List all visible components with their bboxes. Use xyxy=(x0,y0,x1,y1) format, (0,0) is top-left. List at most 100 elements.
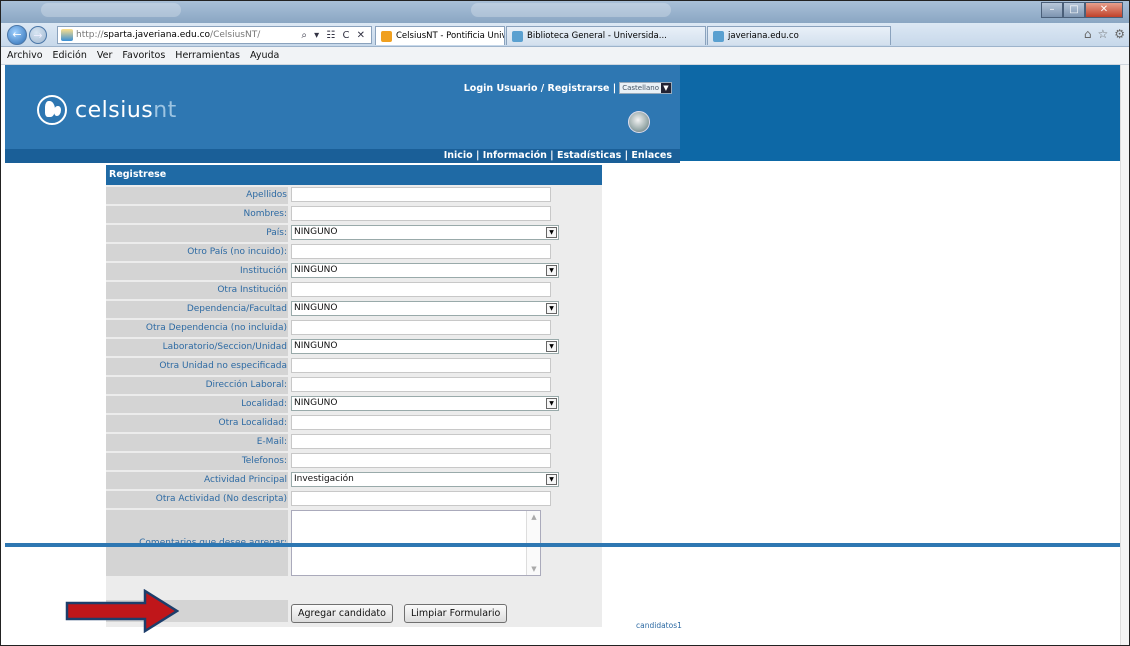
field-label: País: xyxy=(106,225,288,242)
field-label: Otra Unidad no especificada xyxy=(106,358,288,375)
form-row: Localidad: NINGUNO ▼ xyxy=(106,395,602,414)
tab-javeriana[interactable]: javeriana.edu.co xyxy=(707,26,891,45)
close-window-button[interactable]: ✕ xyxy=(1085,2,1123,18)
menu-archivo[interactable]: Archivo xyxy=(7,50,43,61)
menu-ayuda[interactable]: Ayuda xyxy=(250,50,279,61)
form-row: Laboratorio/Seccion/Unidad NINGUNO ▼ xyxy=(106,338,602,357)
favorites-star-icon[interactable]: ☆ xyxy=(1097,27,1108,41)
field-input[interactable] xyxy=(291,377,551,392)
menu-herramientas[interactable]: Herramientas xyxy=(175,50,240,61)
form-row: Otra Dependencia (no incluida) xyxy=(106,319,602,338)
url-path: /CelsiusNT/ xyxy=(210,30,261,40)
form-row: Apellidos xyxy=(106,186,602,205)
site-logo[interactable]: celsiusnt xyxy=(37,95,177,125)
form-row: Otra Unidad no especificada xyxy=(106,357,602,376)
select-value: NINGUNO xyxy=(294,398,338,408)
field-label: Otra Localidad: xyxy=(106,415,288,432)
address-bar[interactable]: http:// sparta.javeriana.edu.co /Celsius… xyxy=(57,26,372,44)
settings-gear-icon[interactable]: ⚙ xyxy=(1114,27,1125,41)
page-id-label: candidatos1 xyxy=(636,621,682,630)
maximize-button[interactable]: □ xyxy=(1063,2,1085,18)
field-label: Nombres: xyxy=(106,206,288,223)
chevron-down-icon[interactable]: ▼ xyxy=(546,303,557,314)
field-label: Localidad: xyxy=(106,396,288,413)
form-row: Otra Actividad (No descripta) xyxy=(106,490,602,509)
field-label: Apellidos xyxy=(106,187,288,204)
login-area: Login Usuario / Registrarse | Castellano… xyxy=(464,82,672,94)
globe-icon xyxy=(37,95,67,125)
page-scrollbar[interactable] xyxy=(1120,65,1129,645)
title-bar: – □ ✕ xyxy=(1,1,1129,23)
site-favicon-icon xyxy=(713,30,724,42)
menu-edicion[interactable]: Edición xyxy=(53,50,87,61)
field-input[interactable] xyxy=(291,358,551,373)
tab-label: CelsiusNT - Pontificia Unive... xyxy=(396,31,505,41)
window-controls: – □ ✕ xyxy=(1041,2,1123,18)
menu-bar: Archivo Edición Ver Favoritos Herramient… xyxy=(1,47,1129,65)
field-input[interactable] xyxy=(291,282,551,297)
site-nav-links[interactable]: Inicio | Información | Estadísticas | En… xyxy=(444,150,672,161)
form-row: Otra Institución xyxy=(106,281,602,300)
field-select[interactable]: NINGUNO ▼ xyxy=(291,301,559,316)
field-label: Otro País (no incuido): xyxy=(106,244,288,261)
address-controls[interactable]: ⌕ ▾ ☷ C ✕ xyxy=(301,30,367,41)
form-row: Otra Localidad: xyxy=(106,414,602,433)
field-label: E-Mail: xyxy=(106,434,288,451)
site-favicon-icon xyxy=(61,29,73,41)
menu-favoritos[interactable]: Favoritos xyxy=(122,50,165,61)
field-input[interactable] xyxy=(291,187,551,202)
title-bar-glow xyxy=(41,3,181,17)
page-content: Login Usuario / Registrarse | Castellano… xyxy=(1,65,1129,645)
select-value: NINGUNO xyxy=(294,227,338,237)
form-row: País: NINGUNO ▼ xyxy=(106,224,602,243)
clear-form-button[interactable]: Limpiar Formulario xyxy=(404,604,508,623)
field-label: Otra Dependencia (no incluida) xyxy=(106,320,288,337)
form-title: Registrese xyxy=(106,165,602,185)
form-row: Otro País (no incuido): xyxy=(106,243,602,262)
scroll-down-icon[interactable]: ▼ xyxy=(527,565,541,573)
forward-button[interactable]: → xyxy=(29,26,47,44)
language-select[interactable]: Castellano ▼ xyxy=(619,82,672,94)
back-button[interactable]: ← xyxy=(7,25,27,45)
chevron-down-icon[interactable]: ▼ xyxy=(546,474,557,485)
login-register-link[interactable]: Login Usuario / Registrarse | xyxy=(464,83,616,94)
browser-navbar: ← → http:// sparta.javeriana.edu.co /Cel… xyxy=(1,23,1129,47)
url-host: sparta.javeriana.edu.co xyxy=(103,30,211,40)
tab-celsiusnt[interactable]: CelsiusNT - Pontificia Unive... × xyxy=(375,26,505,45)
field-input[interactable] xyxy=(291,491,551,506)
select-value: NINGUNO xyxy=(294,341,338,351)
field-select[interactable]: NINGUNO ▼ xyxy=(291,339,559,354)
university-seal-icon xyxy=(628,111,650,133)
field-select[interactable]: NINGUNO ▼ xyxy=(291,225,559,240)
chevron-down-icon[interactable]: ▼ xyxy=(546,341,557,352)
field-input[interactable] xyxy=(291,320,551,335)
field-input[interactable] xyxy=(291,434,551,449)
scroll-up-icon[interactable]: ▲ xyxy=(527,513,541,521)
right-separator xyxy=(680,161,1120,163)
field-label: Telefonos: xyxy=(106,453,288,470)
chevron-down-icon[interactable]: ▼ xyxy=(546,398,557,409)
field-input[interactable] xyxy=(291,244,551,259)
field-input[interactable] xyxy=(291,453,551,468)
field-select[interactable]: NINGUNO ▼ xyxy=(291,263,559,278)
field-input[interactable] xyxy=(291,415,551,430)
field-label: Dependencia/Facultad xyxy=(106,301,288,318)
select-value: NINGUNO xyxy=(294,303,338,313)
field-select[interactable]: NINGUNO ▼ xyxy=(291,396,559,411)
minimize-button[interactable]: – xyxy=(1041,2,1063,18)
home-icon[interactable]: ⌂ xyxy=(1084,27,1092,41)
field-input[interactable] xyxy=(291,206,551,221)
form-row: Dependencia/Facultad NINGUNO ▼ xyxy=(106,300,602,319)
menu-ver[interactable]: Ver xyxy=(97,50,113,61)
browser-toolbar-icons: ⌂ ☆ ⚙ xyxy=(1084,27,1125,41)
tab-biblioteca[interactable]: Biblioteca General - Universida... xyxy=(506,26,706,45)
tab-label: Biblioteca General - Universida... xyxy=(527,31,667,41)
logo-main-text: celsius xyxy=(75,97,154,123)
logo-accent-text: nt xyxy=(153,97,177,123)
chevron-down-icon[interactable]: ▼ xyxy=(546,265,557,276)
browser-window: – □ ✕ ← → http:// sparta.javeriana.edu.c… xyxy=(0,0,1130,646)
add-candidate-button[interactable]: Agregar candidato xyxy=(291,604,393,623)
field-select[interactable]: Investigación ▼ xyxy=(291,472,559,487)
chevron-down-icon[interactable]: ▼ xyxy=(546,227,557,238)
chevron-down-icon: ▼ xyxy=(661,83,671,93)
